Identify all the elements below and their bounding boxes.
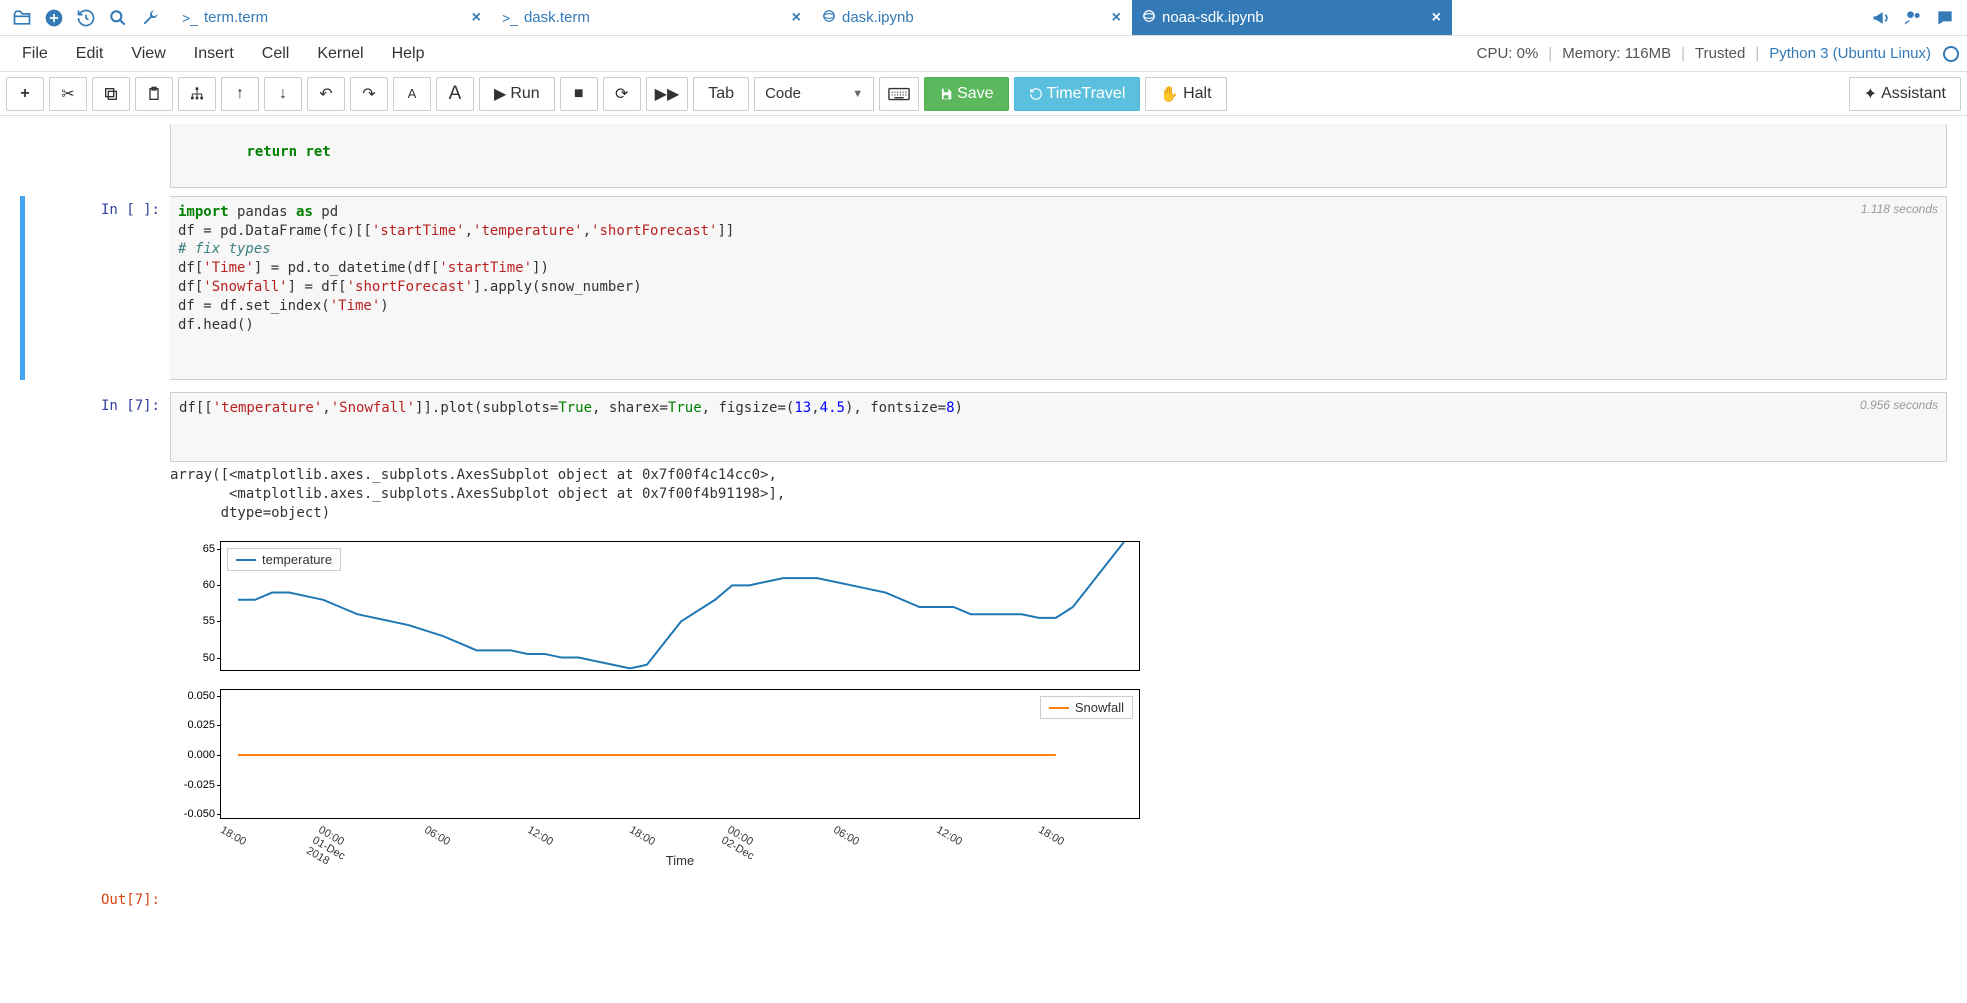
tab-noaa-sdk-ipynb[interactable]: noaa-sdk.ipynb × xyxy=(1132,0,1452,35)
output-prompt: Out[7]: xyxy=(20,886,170,908)
close-icon[interactable]: × xyxy=(1112,9,1121,27)
code-cell[interactable]: In [7]: df[['temperature','Snowfall']].p… xyxy=(20,392,1947,878)
tab-bar: >_ term.term × >_ dask.term × dask.ipynb… xyxy=(172,0,1859,35)
notebook-icon xyxy=(1142,9,1156,26)
close-icon[interactable]: × xyxy=(472,9,481,27)
tab-label: dask.term xyxy=(524,9,786,26)
tab-label: term.term xyxy=(204,9,466,26)
halt-button[interactable]: ✋ Halt xyxy=(1145,77,1226,111)
cell-timing: 0.956 seconds xyxy=(1860,397,1938,413)
chat-icon[interactable] xyxy=(1931,4,1959,32)
menu-file[interactable]: File xyxy=(8,45,62,63)
tab-term-term[interactable]: >_ term.term × xyxy=(172,0,492,35)
tab-label: dask.ipynb xyxy=(842,9,1106,26)
cell-type-value: Code xyxy=(765,85,801,102)
undo-button[interactable]: ↶ xyxy=(307,77,345,111)
restart-button[interactable]: ⟳ xyxy=(603,77,641,111)
trusted-status[interactable]: Trusted xyxy=(1695,45,1745,62)
chevron-down-icon: ▼ xyxy=(852,88,863,100)
assistant-button[interactable]: ✦ Assistant xyxy=(1849,77,1961,111)
terminal-icon: >_ xyxy=(182,10,198,26)
previous-cell-tail: return ret xyxy=(20,124,1947,188)
x-axis-label: Time xyxy=(220,853,1140,868)
action-bar: + ✂ ↑ ↓ ↶ ↷ A A ▶ Run ■ ⟳ ▶▶ Tab Code ▼ … xyxy=(0,72,1967,116)
input-prompt: In [7]: xyxy=(20,392,170,878)
menu-view[interactable]: View xyxy=(117,45,179,63)
memory-status: Memory: 116MB xyxy=(1562,45,1671,62)
insert-cell-button[interactable]: + xyxy=(6,77,44,111)
output-text: array([<matplotlib.axes._subplots.AxesSu… xyxy=(170,462,1947,531)
kernel-idle-icon xyxy=(1943,46,1959,62)
redo-button[interactable]: ↷ xyxy=(350,77,388,111)
menu-insert[interactable]: Insert xyxy=(180,45,248,63)
move-down-button[interactable]: ↓ xyxy=(264,77,302,111)
cell-timing: 1.118 seconds xyxy=(1861,201,1938,217)
tree-button[interactable] xyxy=(178,77,216,111)
stop-button[interactable]: ■ xyxy=(560,77,598,111)
cut-button[interactable]: ✂ xyxy=(49,77,87,111)
plus-circle-icon[interactable] xyxy=(40,4,68,32)
wrench-icon[interactable] xyxy=(136,4,164,32)
folder-open-icon[interactable] xyxy=(8,4,36,32)
cpu-status: CPU: 0% xyxy=(1477,45,1539,62)
cell-type-select[interactable]: Code ▼ xyxy=(754,77,874,111)
close-icon[interactable]: × xyxy=(1432,9,1441,27)
menu-bar: File Edit View Insert Cell Kernel Help C… xyxy=(0,36,1967,72)
font-large-button[interactable]: A xyxy=(436,77,474,111)
menu-kernel[interactable]: Kernel xyxy=(303,45,377,63)
terminal-icon: >_ xyxy=(502,10,518,26)
run-all-button[interactable]: ▶▶ xyxy=(646,77,689,111)
menu-edit[interactable]: Edit xyxy=(62,45,118,63)
paste-button[interactable] xyxy=(135,77,173,111)
notebook-icon xyxy=(822,9,836,26)
kernel-name[interactable]: Python 3 (Ubuntu Linux) xyxy=(1769,45,1931,62)
code-cell[interactable]: In [ ]: import pandas as pd df = pd.Data… xyxy=(20,196,1947,380)
move-up-button[interactable]: ↑ xyxy=(221,77,259,111)
tab-complete-button[interactable]: Tab xyxy=(693,77,749,111)
timetravel-button[interactable]: TimeTravel xyxy=(1014,77,1141,111)
truncated-code: return ret xyxy=(246,144,330,160)
font-small-button[interactable]: A xyxy=(393,77,431,111)
search-icon[interactable] xyxy=(104,4,132,32)
users-icon[interactable] xyxy=(1899,4,1927,32)
temperature-line xyxy=(221,542,1141,672)
plot-output: temperature 50556065 Snowfall -0.050-0.0… xyxy=(170,531,1947,878)
tab-dask-term[interactable]: >_ dask.term × xyxy=(492,0,812,35)
code-input[interactable]: df[['temperature','Snowfall']].plot(subp… xyxy=(170,392,1947,463)
notebook-area[interactable]: return ret In [ ]: import pandas as pd d… xyxy=(0,116,1967,956)
status-bar: CPU: 0% | Memory: 116MB | Trusted | Pyth… xyxy=(1477,45,1959,62)
menu-cell[interactable]: Cell xyxy=(248,45,304,63)
tab-label: noaa-sdk.ipynb xyxy=(1162,9,1426,26)
menu-help[interactable]: Help xyxy=(378,45,439,63)
close-icon[interactable]: × xyxy=(792,9,801,27)
tab-dask-ipynb[interactable]: dask.ipynb × xyxy=(812,0,1132,35)
input-prompt: In [ ]: xyxy=(25,196,170,380)
megaphone-icon[interactable] xyxy=(1867,4,1895,32)
save-button[interactable]: Save xyxy=(924,77,1008,111)
code-input[interactable]: import pandas as pd df = pd.DataFrame(fc… xyxy=(170,196,1947,380)
output-prompt-row: Out[7]: xyxy=(20,886,1947,908)
history-icon[interactable] xyxy=(72,4,100,32)
run-button[interactable]: ▶ Run xyxy=(479,77,555,111)
top-toolbar: >_ term.term × >_ dask.term × dask.ipynb… xyxy=(0,0,1967,36)
copy-button[interactable] xyxy=(92,77,130,111)
keyboard-button[interactable] xyxy=(879,77,919,111)
snowfall-line xyxy=(221,690,1141,820)
